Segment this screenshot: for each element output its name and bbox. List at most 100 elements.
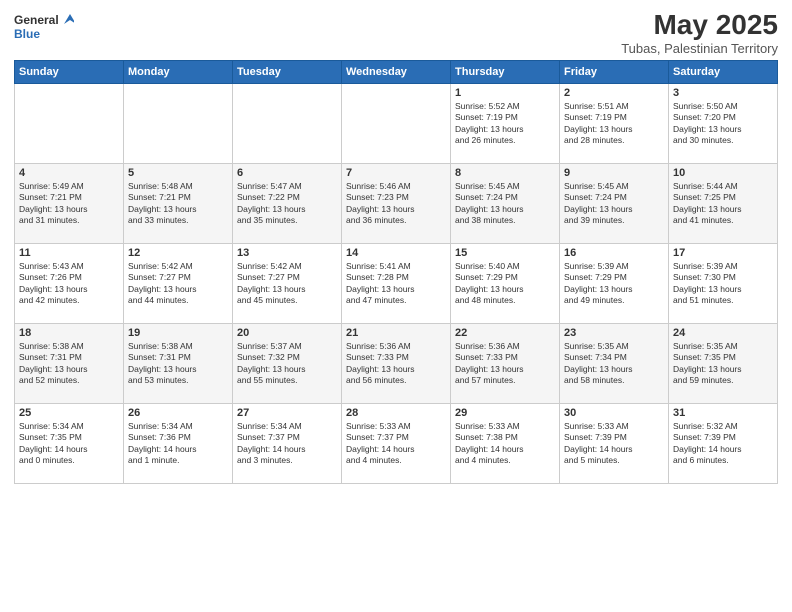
day-number: 5 xyxy=(128,167,228,179)
cell-2-6: 9Sunrise: 5:45 AMSunset: 7:24 PMDaylight… xyxy=(560,163,669,243)
col-tuesday: Tuesday xyxy=(233,60,342,83)
week-row-2: 4 Sunrise: 5:49 AMSunset: 7:21 PMDaylight… xyxy=(15,163,778,243)
info-line: Sunrise: 5:36 AM xyxy=(455,341,520,351)
info-line: Sunrise: 5:48 AM xyxy=(128,181,193,191)
info-line: Sunrise: 5:49 AM xyxy=(19,181,84,191)
day-info: Sunrise: 5:49 AMSunset: 7:21 PMDaylight:… xyxy=(19,181,119,227)
cell-5-3: 27Sunrise: 5:34 AMSunset: 7:37 PMDayligh… xyxy=(233,403,342,483)
week-row-4: 18 Sunrise: 5:38 AM Sunset: 7:31 PM Dayligh… xyxy=(15,323,778,403)
info-line: Daylight: 13 hours xyxy=(455,204,524,214)
day-info: Sunrise: 5:33 AMSunset: 7:37 PMDaylight:… xyxy=(346,421,446,467)
info-line: Daylight: 13 hours xyxy=(19,284,88,294)
info-line: and 41 minutes. xyxy=(673,215,733,225)
info-line: and 26 minutes. xyxy=(455,135,515,145)
day-number: 27 xyxy=(237,407,337,419)
info-line: Sunset: 7:29 PM xyxy=(564,272,627,282)
day-number: 4 xyxy=(19,167,119,179)
logo-svg: General Blue xyxy=(14,10,74,46)
info-line: Daylight: 13 hours xyxy=(237,284,306,294)
info-line: and 59 minutes. xyxy=(673,375,733,385)
info-line: Sunset: 7:35 PM xyxy=(19,432,82,442)
info-line: and 33 minutes. xyxy=(128,215,188,225)
info-line: and 57 minutes. xyxy=(455,375,515,385)
day-info: Sunrise: 5:44 AMSunset: 7:25 PMDaylight:… xyxy=(673,181,773,227)
info-line: Sunset: 7:34 PM xyxy=(564,352,627,362)
day-number: 23 xyxy=(564,327,664,339)
info-line: Sunrise: 5:50 AM xyxy=(673,101,738,111)
info-line: Sunrise: 5:42 AM xyxy=(128,261,193,271)
day-number: 17 xyxy=(673,247,773,259)
cell-5-6: 30Sunrise: 5:33 AMSunset: 7:39 PMDayligh… xyxy=(560,403,669,483)
day-info: Sunrise: 5:48 AMSunset: 7:21 PMDaylight:… xyxy=(128,181,228,227)
calendar-table: Sunday Monday Tuesday Wednesday Thursday… xyxy=(14,60,778,484)
info-line: Sunrise: 5:41 AM xyxy=(346,261,411,271)
svg-text:Blue: Blue xyxy=(14,27,40,41)
day-number: 8 xyxy=(455,167,555,179)
day-number: 6 xyxy=(237,167,337,179)
info-line: Sunset: 7:39 PM xyxy=(564,432,627,442)
day-info: Sunrise: 5:32 AMSunset: 7:39 PM Daylight:… xyxy=(673,421,773,467)
info-line: Sunrise: 5:42 AM xyxy=(237,261,302,271)
info-line: Sunrise: 5:45 AM xyxy=(455,181,520,191)
info-line: and 6 minutes. xyxy=(673,455,729,465)
info-line: Sunrise: 5:38 AM xyxy=(128,341,193,351)
info-line: Daylight: 14 hours xyxy=(673,444,742,454)
cell-1-7: 3Sunrise: 5:50 AMSunset: 7:20 PMDaylight… xyxy=(669,83,778,163)
day-number: 19 xyxy=(128,327,228,339)
col-monday: Monday xyxy=(124,60,233,83)
day-number: 18 xyxy=(19,327,119,339)
info-line: and 58 minutes. xyxy=(564,375,624,385)
info-line: Sunset: 7:22 PM xyxy=(237,192,300,202)
info-line: Sunrise: 5:33 AM xyxy=(346,421,411,431)
week-row-5: 25Sunrise: 5:34 AMSunset: 7:35 PMDayligh… xyxy=(15,403,778,483)
cell-4-4: 21Sunrise: 5:36 AMSunset: 7:33 PMDayligh… xyxy=(342,323,451,403)
info-line: Daylight: 13 hours xyxy=(455,364,524,374)
cell-1-3 xyxy=(233,83,342,163)
day-number: 3 xyxy=(673,87,773,99)
info-line: Daylight: 13 hours xyxy=(455,124,524,134)
day-number: 20 xyxy=(237,327,337,339)
info-line: Sunrise: 5:33 AM xyxy=(455,421,520,431)
svg-text:General: General xyxy=(14,13,59,27)
cell-2-3: 6Sunrise: 5:47 AMSunset: 7:22 PMDaylight… xyxy=(233,163,342,243)
info-line: Daylight: 13 hours xyxy=(564,204,633,214)
info-line: and 5 minutes. xyxy=(564,455,620,465)
info-line: Sunrise: 5:32 AM xyxy=(673,421,738,431)
info-line: Sunset: 7:23 PM xyxy=(346,192,409,202)
cell-5-4: 28Sunrise: 5:33 AMSunset: 7:37 PMDayligh… xyxy=(342,403,451,483)
info-line: Sunset: 7:30 PM xyxy=(673,272,736,282)
cell-3-4: 14Sunrise: 5:41 AMSunset: 7:28 PMDayligh… xyxy=(342,243,451,323)
info-line: and 4 minutes. xyxy=(346,455,402,465)
info-line: Sunset: 7:19 PM xyxy=(455,112,518,122)
info-line: Daylight: 13 hours xyxy=(673,364,742,374)
info-line: Sunrise: 5:45 AM xyxy=(564,181,629,191)
info-line: Sunrise: 5:52 AM xyxy=(455,101,520,111)
info-line: Sunset: 7:39 PM xyxy=(673,432,736,442)
info-line: Sunset: 7:31 PM xyxy=(19,352,82,362)
info-line: Sunrise: 5:40 AM xyxy=(455,261,520,271)
cell-1-6: 2Sunrise: 5:51 AMSunset: 7:19 PMDaylight… xyxy=(560,83,669,163)
day-info: Sunrise: 5:35 AMSunset: 7:35 PMDaylight:… xyxy=(673,341,773,387)
day-info: Sunrise: 5:52 AMSunset: 7:19 PM Daylight:… xyxy=(455,101,555,147)
title-block: May 2025 Tubas, Palestinian Territory xyxy=(621,10,778,56)
day-info: Sunrise: 5:35 AMSunset: 7:34 PMDaylight:… xyxy=(564,341,664,387)
day-number: 21 xyxy=(346,327,446,339)
info-line: and 28 minutes. xyxy=(564,135,624,145)
cell-2-7: 10Sunrise: 5:44 AMSunset: 7:25 PMDayligh… xyxy=(669,163,778,243)
day-info: Sunrise: 5:34 AMSunset: 7:36 PMDaylight:… xyxy=(128,421,228,467)
info-line: Sunrise: 5:44 AM xyxy=(673,181,738,191)
col-friday: Friday xyxy=(560,60,669,83)
info-line: Sunset: 7:35 PM xyxy=(673,352,736,362)
info-line: Sunrise: 5:34 AM xyxy=(19,421,84,431)
col-saturday: Saturday xyxy=(669,60,778,83)
day-number: 14 xyxy=(346,247,446,259)
info-line: Sunset: 7:24 PM xyxy=(564,192,627,202)
info-line: Sunset: 7:20 PM xyxy=(673,112,736,122)
info-line: and 52 minutes. xyxy=(19,375,79,385)
day-number: 26 xyxy=(128,407,228,419)
cell-5-2: 26 Sunrise: 5:34 AMSunset: 7:36 PMDayligh… xyxy=(124,403,233,483)
cell-1-2 xyxy=(124,83,233,163)
day-info: Sunrise: 5:43 AMSunset: 7:26 PMDaylight:… xyxy=(19,261,119,307)
info-line: Daylight: 13 hours xyxy=(346,284,415,294)
info-line: Daylight: 13 hours xyxy=(564,364,633,374)
